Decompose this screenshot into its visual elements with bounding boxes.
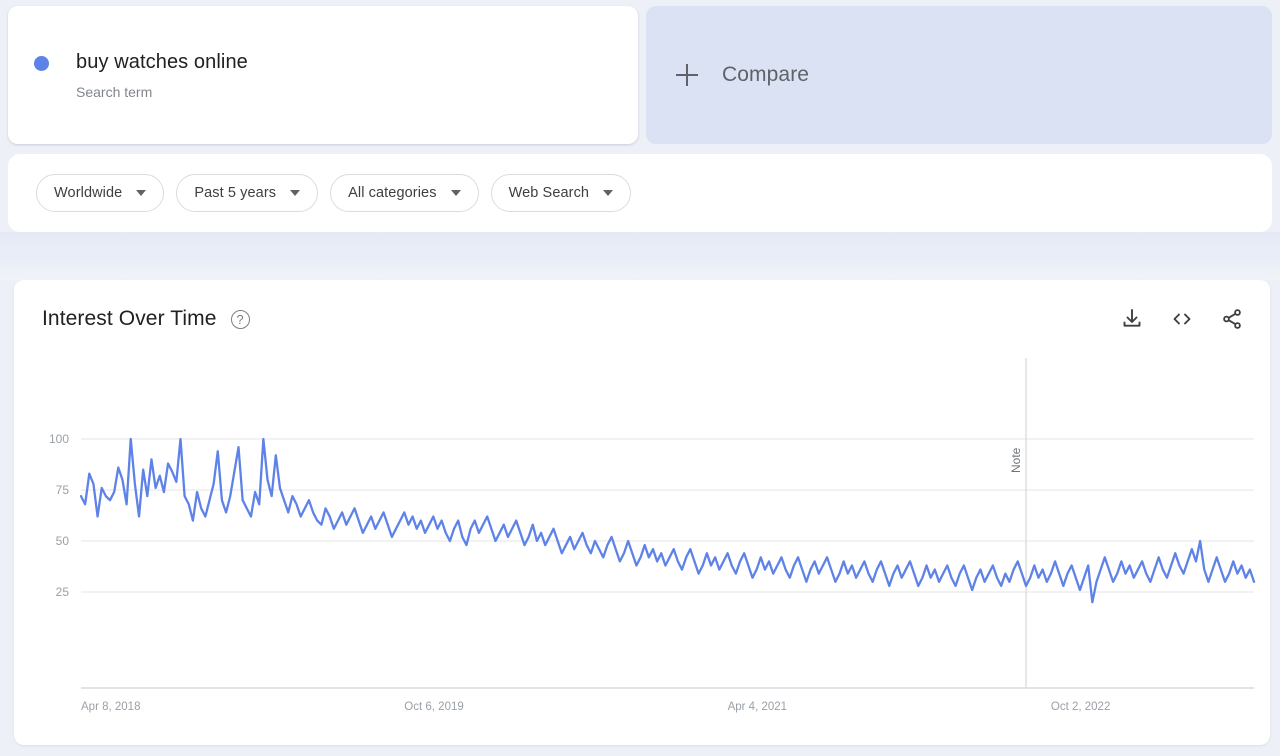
chevron-down-icon [451,190,461,196]
x-axis-tick: Oct 6, 2019 [404,701,463,713]
chart-header: Interest Over Time ? [14,280,1270,358]
embed-code-icon[interactable] [1170,307,1194,331]
download-icon[interactable] [1120,307,1144,331]
filter-bar: Worldwide Past 5 years All categories We… [8,154,1272,232]
chevron-down-icon [290,190,300,196]
chevron-down-icon [603,190,613,196]
filter-category[interactable]: All categories [330,174,478,212]
interest-over-time-chart[interactable]: 100 75 50 25 Note Apr 8, 2018 Oct 6, 2019 Apr 4… [14,358,1270,745]
search-terms-row: buy watches online Search term Compare [0,0,1280,148]
y-axis-tick: 50 [56,534,70,548]
search-term-content: buy watches online Search term [8,49,248,102]
search-term-texts: buy watches online Search term [76,49,248,102]
filter-time-range-label: Past 5 years [194,185,276,201]
interest-over-time-card: Interest Over Time ? [14,280,1270,745]
plus-icon [676,64,698,86]
filter-location[interactable]: Worldwide [36,174,164,212]
add-comparison-button[interactable]: Compare [646,6,1272,144]
section-divider [0,232,1280,280]
y-axis-tick: 75 [56,483,70,497]
y-axis-tick: 25 [56,585,70,599]
help-circle-icon[interactable]: ? [231,310,250,329]
y-axis-tick: 100 [49,432,69,446]
x-axis-tick: Oct 2, 2022 [1051,701,1110,713]
series-color-dot [34,56,49,71]
compare-content: Compare [646,63,809,87]
compare-label: Compare [722,63,809,87]
chart-svg: 100 75 50 25 Note Apr 8, 2018 Oct 6, 2019 Apr 4… [14,358,1270,745]
share-icon[interactable] [1220,307,1244,331]
filter-search-type-label: Web Search [509,185,590,201]
chart-actions [1120,307,1244,331]
google-trends-page: buy watches online Search term Compare W… [0,0,1280,756]
page-title: Interest Over Time [42,307,217,331]
chart-note-annotation[interactable]: Note [1009,447,1023,473]
search-term-title: buy watches online [76,49,248,75]
filter-time-range[interactable]: Past 5 years [176,174,318,212]
x-axis-tick: Apr 8, 2018 [81,701,140,713]
trend-line [81,439,1254,602]
x-axis-tick: Apr 4, 2021 [728,701,787,713]
search-term-card[interactable]: buy watches online Search term [8,6,638,144]
filter-search-type[interactable]: Web Search [491,174,632,212]
chevron-down-icon [136,190,146,196]
filter-location-label: Worldwide [54,185,122,201]
filter-category-label: All categories [348,185,436,201]
chart-title-group: Interest Over Time ? [42,307,250,331]
search-term-subtitle: Search term [76,82,248,102]
